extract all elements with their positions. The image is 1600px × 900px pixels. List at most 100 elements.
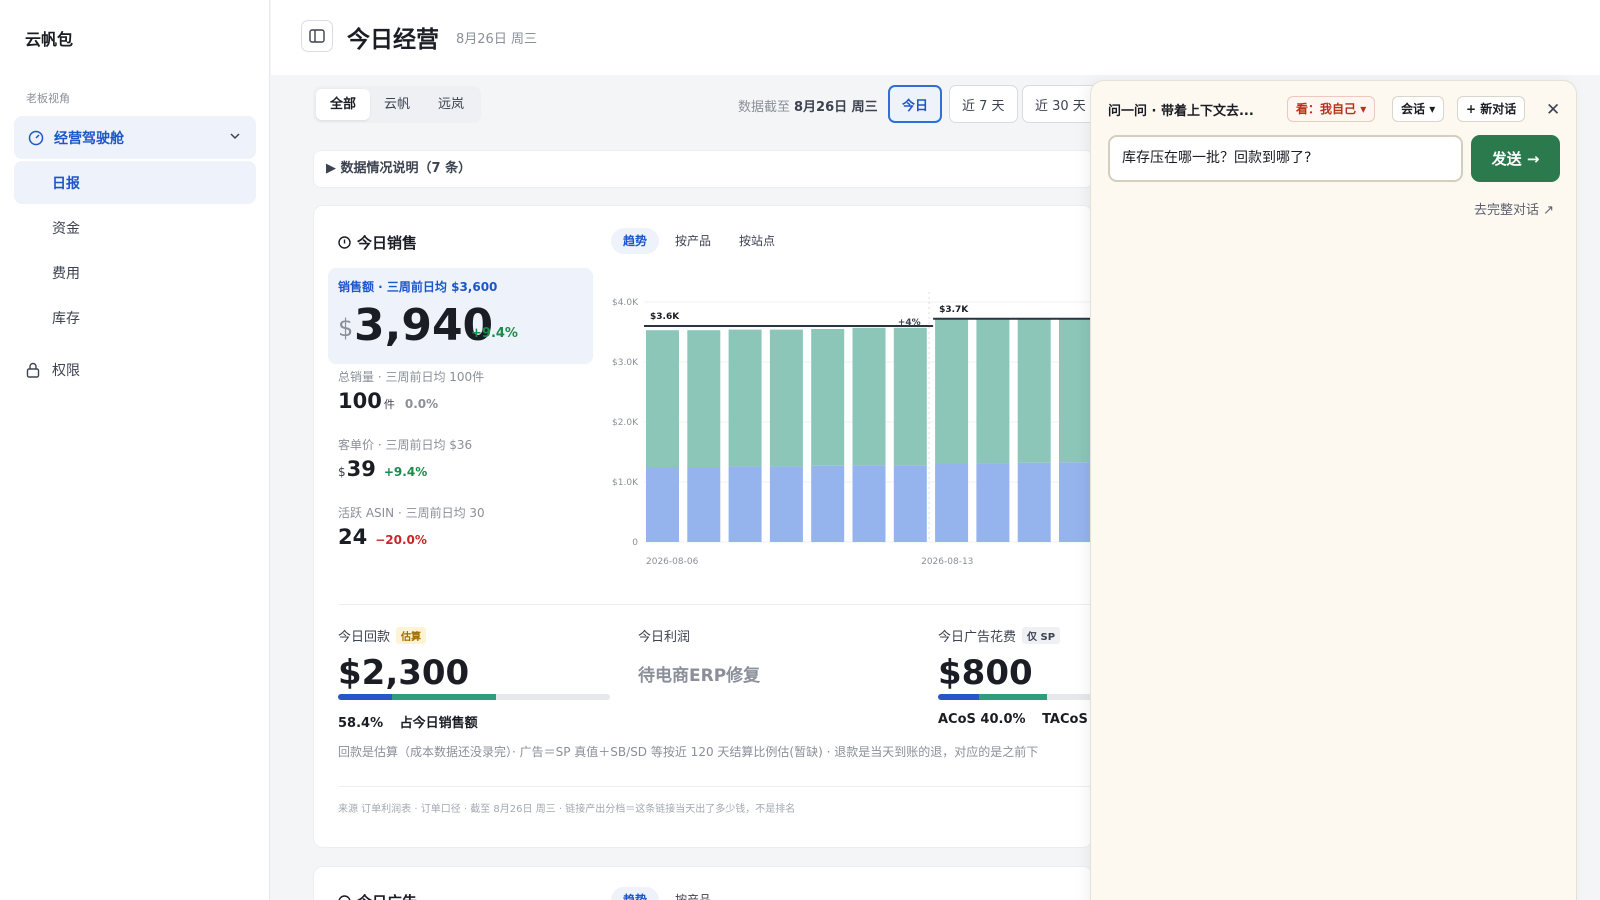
bar-segment-base [1059, 462, 1092, 542]
bar-segment-top [976, 319, 1010, 464]
payback-progress-segment-b [392, 694, 496, 700]
payback-pct-label: 占今日销售额 [399, 716, 478, 731]
sidebar-item-permissions[interactable]: 权限 [26, 360, 80, 380]
bar-segment-base [893, 465, 927, 542]
sales-hero-delta: +9.4% [471, 326, 518, 341]
x-tick-label: 2026-08-13 [921, 557, 973, 567]
sidebar-item-daily[interactable]: 日报 [14, 161, 256, 204]
metric-asin-delta: −20.0% [375, 533, 427, 547]
metric-units-value: 100 [338, 389, 382, 413]
kpi-profit-label: 今日利润 [638, 630, 691, 645]
sales-hero-metric[interactable]: 销售额 · 三周前日均 $3,600 $ 3,940 +9.4% [328, 268, 593, 364]
bar-segment-base [852, 465, 886, 542]
sidebar-group-label: 经营驾驶舱 [54, 130, 124, 147]
caret-down-icon: ▾ [1360, 102, 1367, 116]
page-date: 8月26日 周三 [456, 32, 537, 47]
reference-label: $3.7K [939, 305, 969, 315]
annotation-label: +4% [898, 318, 921, 328]
send-button[interactable]: 发送 → [1471, 135, 1560, 182]
scope-yunfan[interactable]: 云帆 [370, 89, 424, 120]
currency-symbol: $ [338, 314, 354, 342]
ads-ratios: ACoS 40.0% TACoS [938, 712, 1088, 727]
metric-units[interactable]: 总销量 · 三周前日均 100件 100 件 0.0% [338, 368, 484, 413]
bar-segment-base [1017, 462, 1051, 542]
sales-hero-label: 销售额 · 三周前日均 $3,600 [338, 280, 498, 294]
bar-segment-base [935, 464, 969, 542]
ads-progress-bar [938, 694, 1092, 700]
divider [338, 604, 1092, 605]
gauge-icon [28, 130, 44, 145]
metric-asin-value: 24 [338, 525, 368, 549]
sidebar-item-inventory[interactable]: 库存 [14, 296, 256, 339]
source-note: 来源 订单利润表 · 订单口径 · 截至 8月26日 周三 · 链接产出分档＝这… [338, 804, 796, 815]
kpi-ads[interactable]: 今日广告花费仅 SP $800 [938, 626, 1061, 693]
sidebar-toggle-icon [309, 29, 325, 43]
page-header: 今日经营 8月26日 周三 [271, 0, 1600, 75]
payback-pct: 58.4% [338, 716, 384, 731]
sidebar-toggle-button[interactable] [301, 20, 333, 52]
estimate-badge: 估算 [396, 627, 427, 644]
kpi-payback-label: 今日回款 [338, 630, 391, 645]
metric-aov-label: 客单价 · 三周前日均 $36 [338, 438, 473, 452]
sales-card: 今日销售 趋势 按产品 按站点 销售额 · 三周前日均 $3,600 $ 3,9… [313, 205, 1093, 848]
ads-card-title: 今日广告 [338, 891, 417, 900]
metric-units-label: 总销量 · 三周前日均 100件 [338, 370, 485, 384]
metric-asin[interactable]: 活跃 ASIN · 三周前日均 30 24 −20.0% [338, 504, 485, 549]
kpi-payback[interactable]: 今日回款 估算 $2,300 [338, 626, 469, 693]
sidebar-item-funds[interactable]: 资金 [14, 206, 256, 249]
viewer-dropdown[interactable]: 看：我自己 ▾ [1287, 96, 1376, 122]
x-tick-label: 2026-08-06 [646, 557, 699, 567]
session-dropdown[interactable]: 会话 ▾ [1392, 96, 1445, 122]
full-chat-link[interactable]: 去完整对话 ↗ [1474, 199, 1554, 218]
tab-trend[interactable]: 趋势 [611, 228, 660, 254]
range-30d-button[interactable]: 近 30 天 [1022, 85, 1099, 123]
reference-label: $3.6K [650, 312, 680, 322]
y-tick-label: $3.0K [612, 358, 639, 368]
tab-by-site[interactable]: 按站点 [727, 228, 787, 254]
asof-label: 数据截至 [738, 100, 791, 115]
range-7d-button[interactable]: 近 7 天 [949, 85, 1018, 123]
bar-segment-base [769, 466, 803, 542]
y-tick-label: $2.0K [612, 418, 639, 428]
y-tick-label: 0 [632, 538, 638, 548]
bar-segment-base [687, 467, 721, 542]
metric-aov-currency: $ [338, 465, 346, 479]
data-asof: 数据截至 8月26日 周三 [738, 96, 878, 115]
bar-segment-base [811, 465, 845, 542]
ads-tabs: 趋势 按产品 [611, 887, 727, 900]
range-today-button[interactable]: 今日 [888, 85, 943, 123]
footnote: 回款是估算（成本数据还没录完）· 广告＝SP 真值＋SB/SD 等按近 120 … [338, 745, 1039, 759]
bar-segment-top [769, 329, 803, 467]
metric-aov[interactable]: 客单价 · 三周前日均 $36 $ 39 +9.4% [338, 436, 472, 481]
metric-aov-delta: +9.4% [383, 465, 428, 479]
bar-segment-top [728, 329, 762, 467]
tacos-value: TACoS [1042, 712, 1088, 727]
info-circle-icon [338, 895, 351, 900]
tab-by-product[interactable]: 按产品 [663, 887, 723, 900]
ads-progress-segment-a [938, 694, 979, 700]
new-chat-button[interactable]: + 新对话 [1457, 96, 1526, 122]
sidebar-group-cockpit[interactable]: 经营驾驶舱 [14, 116, 256, 159]
tab-by-product[interactable]: 按产品 [663, 228, 723, 254]
close-icon[interactable]: ✕ [1546, 100, 1560, 120]
metric-units-unit: 件 [383, 398, 395, 411]
ask-input[interactable]: 库存压在哪一批？回款到哪了? [1108, 135, 1463, 182]
lock-icon [26, 362, 40, 378]
sidebar-item-expenses[interactable]: 费用 [14, 251, 256, 294]
asof-value: 8月26日 周三 [794, 100, 878, 115]
acos-value: ACoS 40.0% [938, 712, 1026, 727]
kpi-profit[interactable]: 今日利润 待电商ERP修复 [638, 626, 760, 686]
metric-aov-value: 39 [346, 457, 376, 481]
scope-yuanlan[interactable]: 远岚 [424, 89, 478, 120]
payback-share: 58.4% 占今日销售额 [338, 712, 478, 731]
data-notes-toggle[interactable]: ▶ 数据情况说明（7 条） [313, 150, 1093, 188]
chevron-down-icon[interactable] [228, 129, 242, 143]
bar-segment-top [852, 327, 886, 466]
bar-segment-base [646, 467, 679, 542]
bar-segment-top [687, 330, 721, 467]
page-title: 今日经营 [347, 27, 439, 53]
tab-trend[interactable]: 趋势 [611, 887, 660, 900]
brand-logo[interactable]: 云帆包 [25, 26, 73, 50]
sales-title-text: 今日销售 [357, 234, 418, 252]
scope-all[interactable]: 全部 [316, 89, 371, 120]
